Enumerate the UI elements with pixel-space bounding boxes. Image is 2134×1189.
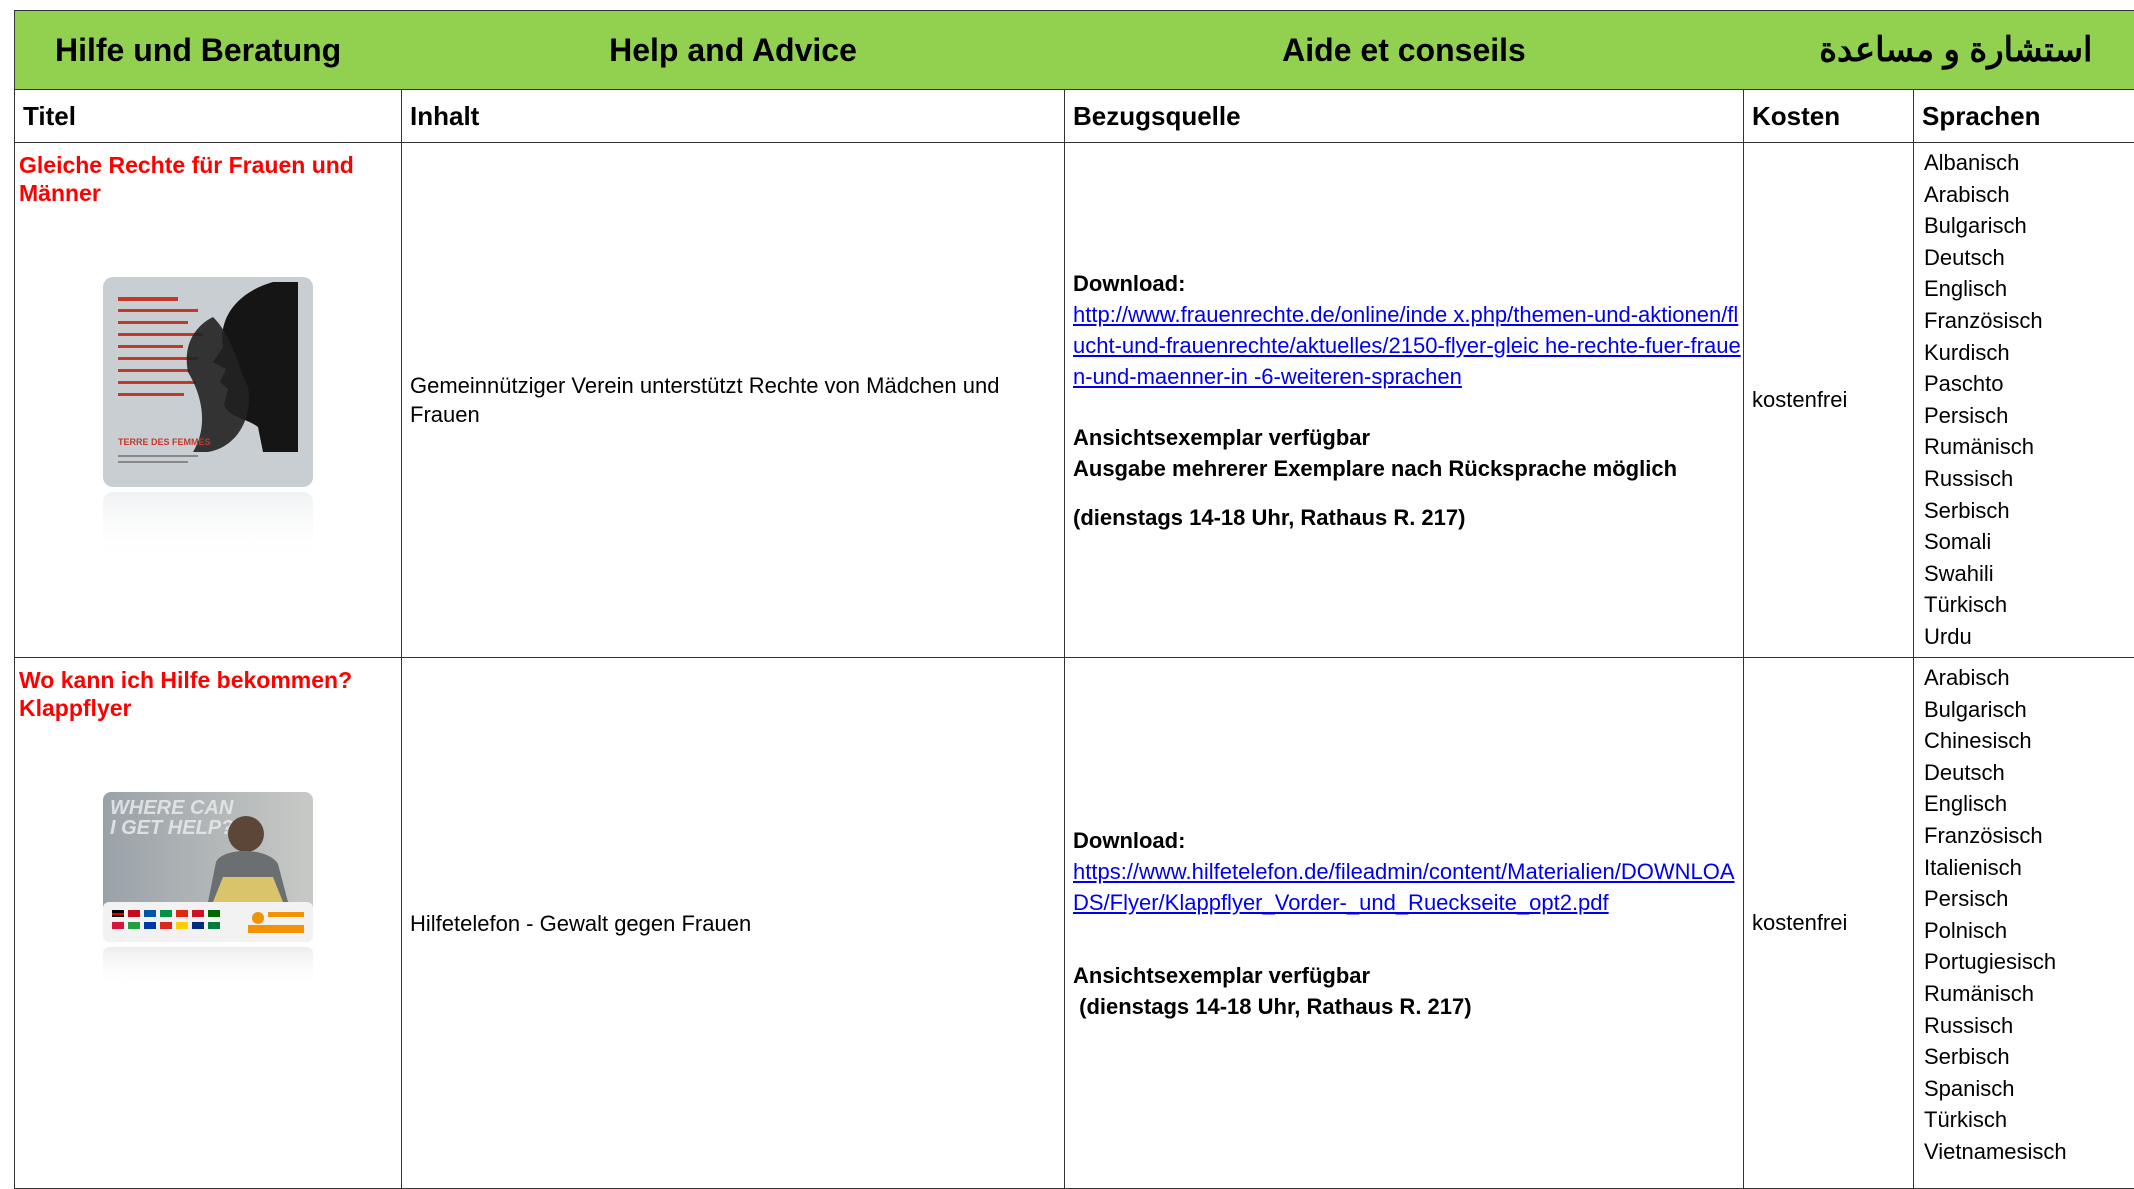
list-item: Chinesisch [1924,725,2134,757]
availability-note: Ansichtsexemplar verfügbar [1073,422,1743,453]
title-cell: Wo kann ich Hilfe bekommen? Klappflyer W… [15,658,402,1189]
list-item: Bulgarisch [1924,210,2134,242]
bezugsquelle-content: Download: https://www.hilfetelefon.de/fi… [1065,825,1743,1022]
table-row: Gleiche Rechte für Frauen und Männer [15,143,2134,658]
download-label: Download: [1073,825,1743,856]
download-label: Download: [1073,268,1743,299]
inhalt-text: Hilfetelefon - Gewalt gegen Frauen [402,909,1064,938]
thumbnail-headline-text: WHERE CAN [110,797,234,819]
list-item: Englisch [1924,788,2134,820]
item-title: Gleiche Rechte für Frauen und Männer [15,143,401,207]
title-cell: Gleiche Rechte für Frauen und Männer [15,143,402,658]
list-item: Polnisch [1924,915,2134,947]
kosten-cell: kostenfrei [1744,658,1914,1189]
kosten-text: kostenfrei [1744,910,1913,936]
banner-title-de: Hilfe und Beratung [15,32,402,69]
language-list: Arabisch Bulgarisch Chinesisch Deutsch E… [1914,658,2134,1168]
header-row: Titel Inhalt Bezugsquelle Kosten Sprache… [15,90,2134,143]
header-sprachen: Sprachen [1914,90,2134,143]
flyer-thumbnail-image: WHERE CAN I GET HELP? [98,792,318,992]
header-inhalt-label: Inhalt [402,101,479,131]
list-item: Urdu [1924,621,2134,653]
page: Hilfe und Beratung Help and Advice Aide … [0,0,2134,1181]
list-item: Deutsch [1924,757,2134,789]
list-item: Türkisch [1924,589,2134,621]
list-item: Arabisch [1924,179,2134,211]
banner-row: Hilfe und Beratung Help and Advice Aide … [15,11,2134,90]
list-item: Italienisch [1924,852,2134,884]
list-item: Türkisch [1924,1104,2134,1136]
kosten-cell: kostenfrei [1744,143,1914,658]
inhalt-text: Gemeinnütziger Verein unterstützt Rechte… [402,371,1064,429]
banner-title-ar: استشارة و مساعدة [1744,30,2134,70]
table-row: Wo kann ich Hilfe bekommen? Klappflyer W… [15,658,2134,1189]
header-titel: Titel [15,90,402,143]
header-bezugsquelle: Bezugsquelle [1065,90,1744,143]
list-item: Russisch [1924,1010,2134,1042]
flyer-thumbnail-image: TERRE DES FEMMES [98,277,318,567]
header-bezugsquelle-label: Bezugsquelle [1065,101,1241,131]
kosten-text: kostenfrei [1744,387,1913,413]
thumbnail-brand-text: TERRE DES FEMMES [118,437,211,447]
banner-title-fr: Aide et conseils [1065,32,1744,69]
list-item: Serbisch [1924,1041,2134,1073]
list-item: Somali [1924,526,2134,558]
list-item: Rumänisch [1924,431,2134,463]
list-item: Portugiesisch [1924,946,2134,978]
list-item: Spanisch [1924,1073,2134,1105]
inhalt-cell: Hilfetelefon - Gewalt gegen Frauen [402,658,1065,1189]
list-item: Russisch [1924,463,2134,495]
list-item: Vietnamesisch [1924,1136,2134,1168]
banner-cell-en: Help and Advice [402,11,1065,90]
download-link[interactable]: http://www.frauenrechte.de/online/inde x… [1073,299,1743,392]
list-item: Deutsch [1924,242,2134,274]
banner-title-en: Help and Advice [402,32,1065,69]
header-sprachen-label: Sprachen [1914,101,2041,131]
list-item: Arabisch [1924,662,2134,694]
inhalt-cell: Gemeinnütziger Verein unterstützt Rechte… [402,143,1065,658]
office-hours-note: (dienstags 14-18 Uhr, Rathaus R. 217) [1073,502,1743,533]
banner-cell-fr: Aide et conseils [1065,11,1744,90]
thumbnail-headline-text-2: I GET HELP? [110,817,233,839]
banner-cell-ar: استشارة و مساعدة [1744,11,2134,90]
list-item: Rumänisch [1924,978,2134,1010]
banner-cell-de: Hilfe und Beratung [15,11,402,90]
header-kosten-label: Kosten [1744,101,1840,131]
list-item: Französisch [1924,305,2134,337]
bezugsquelle-content: Download: http://www.frauenrechte.de/onl… [1065,268,1743,533]
list-item: Serbisch [1924,495,2134,527]
list-item: Französisch [1924,820,2134,852]
list-item: Kurdisch [1924,337,2134,369]
header-titel-label: Titel [15,101,76,131]
sprachen-cell: Arabisch Bulgarisch Chinesisch Deutsch E… [1914,658,2134,1189]
language-list: Albanisch Arabisch Bulgarisch Deutsch En… [1914,143,2134,653]
info-table: Hilfe und Beratung Help and Advice Aide … [14,10,2134,1189]
list-item: Persisch [1924,400,2134,432]
sprachen-cell: Albanisch Arabisch Bulgarisch Deutsch En… [1914,143,2134,658]
office-hours-note: (dienstags 14-18 Uhr, Rathaus R. 217) [1073,991,1743,1022]
list-item: Bulgarisch [1924,694,2134,726]
item-title: Wo kann ich Hilfe bekommen? Klappflyer [15,658,401,722]
list-item: Englisch [1924,273,2134,305]
list-item: Swahili [1924,558,2134,590]
multiple-copies-note: Ausgabe mehrerer Exemplare nach Rückspra… [1073,453,1743,484]
list-item: Paschto [1924,368,2134,400]
list-item: Persisch [1924,883,2134,915]
list-item: Albanisch [1924,147,2134,179]
bezugsquelle-cell: Download: https://www.hilfetelefon.de/fi… [1065,658,1744,1189]
download-link[interactable]: https://www.hilfetelefon.de/fileadmin/co… [1073,856,1743,918]
header-kosten: Kosten [1744,90,1914,143]
availability-note: Ansichtsexemplar verfügbar [1073,960,1743,991]
bezugsquelle-cell: Download: http://www.frauenrechte.de/onl… [1065,143,1744,658]
header-inhalt: Inhalt [402,90,1065,143]
